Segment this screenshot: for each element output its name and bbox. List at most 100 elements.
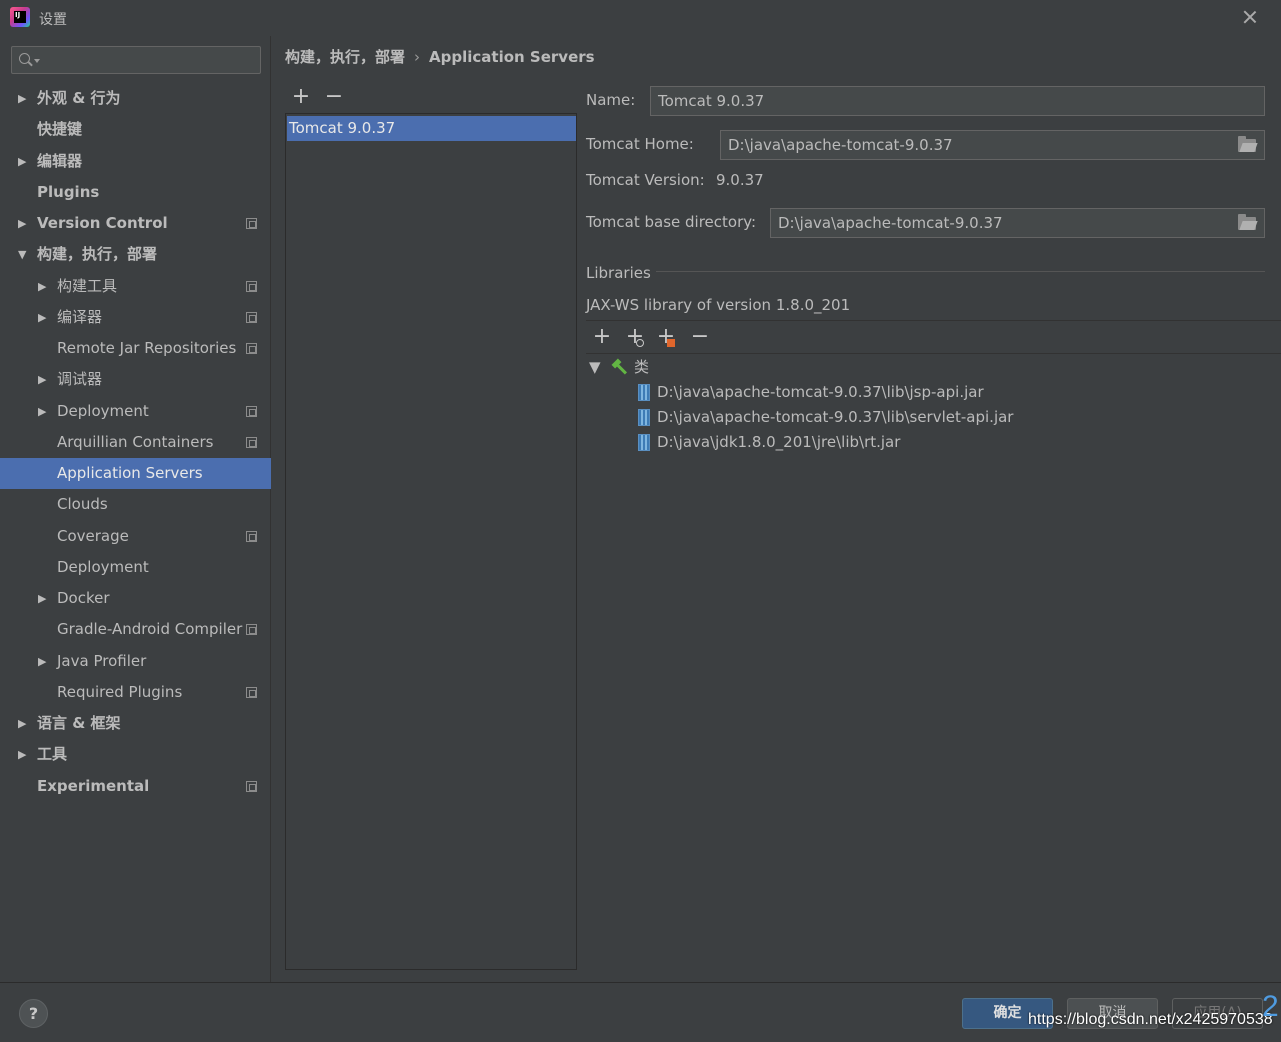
add-jar-button[interactable]: + <box>654 325 678 349</box>
jar-icon <box>638 434 650 451</box>
chevron-right-icon[interactable]: ▶ <box>38 364 46 395</box>
sidebar-item-label: Gradle-Android Compiler <box>57 620 243 639</box>
sidebar-item[interactable]: ▶ Java Profiler <box>0 646 271 677</box>
close-icon[interactable] <box>1239 6 1261 28</box>
sidebar-item[interactable]: Arquillian Containers <box>0 427 271 458</box>
sidebar-item-label: 外观 & 行为 <box>37 89 121 107</box>
search-input[interactable] <box>42 50 252 70</box>
chevron-right-icon[interactable]: ▶ <box>38 302 46 333</box>
sidebar-item[interactable]: 快捷键 <box>0 114 271 145</box>
jar-icon <box>638 384 650 401</box>
sidebar-item-label: 快捷键 <box>37 120 83 139</box>
sidebar-item[interactable]: Experimental <box>0 771 271 802</box>
chevron-right-icon[interactable]: ▶ <box>18 208 26 239</box>
sidebar-item-label: 构建工具 <box>57 276 118 295</box>
jar-item[interactable]: D:\java\apache-tomcat-9.0.37\lib\jsp-api… <box>657 380 984 404</box>
chevron-right-icon[interactable]: ▶ <box>38 583 46 614</box>
breadcrumb-parent[interactable]: 构建，执行，部署 <box>285 48 405 66</box>
add-server-button[interactable]: + <box>290 86 312 110</box>
project-scope-icon <box>246 686 257 698</box>
folder-icon[interactable] <box>1238 136 1256 152</box>
search-icon[interactable] <box>19 53 30 64</box>
sidebar-item[interactable]: ▶ Version Control <box>0 208 271 239</box>
sidebar-item-label: 调试器 <box>57 370 103 389</box>
tomcat-home-field[interactable]: D:\java\apache-tomcat-9.0.37 <box>720 130 1265 160</box>
chevron-right-icon[interactable]: ▶ <box>18 739 26 770</box>
libraries-toolbar: + + + − <box>586 320 1281 354</box>
name-label-text: Name: <box>586 91 636 109</box>
sidebar-item[interactable]: ▶ Deployment <box>0 396 271 427</box>
sidebar-item[interactable]: ▶ 外观 & 行为 <box>0 83 271 114</box>
help-button[interactable]: ? <box>19 999 48 1028</box>
sidebar-item-label: Deployment <box>57 401 149 420</box>
remove-server-button[interactable]: − <box>323 86 345 110</box>
sidebar-item[interactable]: Application Servers <box>0 458 271 490</box>
watermark-url: https://blog.csdn.net/x2425970538 <box>1028 1011 1273 1028</box>
chevron-right-icon[interactable]: ▶ <box>18 83 26 114</box>
project-scope-icon <box>246 405 257 417</box>
project-scope-icon <box>246 343 257 354</box>
sidebar-item-label: Deployment <box>57 557 149 576</box>
tomcat-home-label: Tomcat Home: <box>586 135 694 153</box>
chevron-right-icon[interactable]: ▶ <box>38 271 46 302</box>
intellij-logo-icon: IJ <box>10 7 30 27</box>
name-field[interactable]: Tomcat 9.0.37 <box>650 86 1265 116</box>
tomcat-base-field[interactable]: D:\java\apache-tomcat-9.0.37 <box>770 208 1265 238</box>
chevron-down-icon[interactable]: ▼ <box>18 239 26 270</box>
hammer-icon <box>611 359 629 377</box>
project-scope-icon <box>246 780 257 792</box>
sidebar-item-label: Application Servers <box>57 464 203 482</box>
sidebar-item-label: Java Profiler <box>57 651 147 670</box>
server-list-item[interactable]: Tomcat 9.0.37 <box>287 116 576 141</box>
sidebar-item-label: Clouds <box>57 495 108 514</box>
remove-library-button[interactable]: − <box>688 325 712 349</box>
sidebar-item-label: 语言 & 框架 <box>37 714 121 732</box>
sidebar-item-label: Coverage <box>57 526 129 545</box>
classes-node[interactable]: 类 <box>634 355 649 379</box>
add-library-button[interactable]: + <box>590 325 614 349</box>
sidebar-item[interactable]: ▶ 构建工具 <box>0 271 271 302</box>
sidebar-item[interactable]: Clouds <box>0 489 271 520</box>
sidebar-item[interactable]: Gradle-Android Compiler <box>0 614 271 645</box>
add-url-button[interactable]: + <box>623 325 647 349</box>
breadcrumb: 构建，执行，部署 › Application Servers <box>285 46 595 67</box>
sidebar-item-label: Plugins <box>37 182 100 201</box>
tree-expand-arrow[interactable]: ▼ <box>589 355 601 379</box>
chevron-right-icon[interactable]: ▶ <box>38 646 46 677</box>
project-scope-icon <box>246 624 257 636</box>
sidebar-item[interactable]: ▶ Docker <box>0 583 271 614</box>
sidebar-item[interactable]: ▶ 调试器 <box>0 364 271 395</box>
project-scope-icon <box>246 218 257 229</box>
sidebar-item[interactable]: Coverage <box>0 521 271 552</box>
jar-item[interactable]: D:\java\apache-tomcat-9.0.37\lib\servlet… <box>657 405 1013 429</box>
settings-search[interactable] <box>11 46 261 74</box>
sidebar-item[interactable]: Plugins <box>0 177 271 208</box>
project-scope-icon <box>246 280 257 292</box>
libraries-title: Libraries <box>586 264 651 282</box>
sidebar-item-label: Experimental <box>37 776 150 795</box>
jar-item[interactable]: D:\java\jdk1.8.0_201\jre\lib\rt.jar <box>657 430 900 454</box>
sidebar-item-label: Version Control <box>37 214 168 232</box>
sidebar-item-label: Docker <box>57 589 110 607</box>
chevron-right-icon[interactable]: ▶ <box>18 146 26 177</box>
breadcrumb-separator: › <box>414 48 421 66</box>
folder-icon[interactable] <box>1238 214 1256 230</box>
sidebar-item[interactable]: ▶ 编译器 <box>0 302 271 333</box>
chevron-right-icon[interactable]: ▶ <box>18 708 26 739</box>
sidebar-item[interactable]: ▶ 编辑器 <box>0 146 271 177</box>
sidebar-item[interactable]: ▼ 构建，执行，部署 <box>0 239 271 270</box>
sidebar-item[interactable]: ▶ 工具 <box>0 739 271 770</box>
chevron-down-icon[interactable] <box>34 59 40 63</box>
jar-icon <box>638 409 650 426</box>
tomcat-version-value: 9.0.37 <box>716 171 764 189</box>
sidebar-item[interactable]: Deployment <box>0 552 271 583</box>
sidebar-item[interactable]: ▶ 语言 & 框架 <box>0 708 271 739</box>
title-bar: IJ 设置 <box>0 0 1281 36</box>
sidebar-item-label: 编辑器 <box>37 151 83 170</box>
sidebar-item[interactable]: Remote Jar Repositories <box>0 333 271 364</box>
sidebar-item[interactable]: Required Plugins <box>0 677 271 708</box>
chevron-right-icon[interactable]: ▶ <box>38 396 46 427</box>
project-scope-icon <box>246 436 257 448</box>
sidebar-item-label: 编译器 <box>57 307 103 326</box>
settings-sidebar: ▶ 外观 & 行为 快捷键 ▶ 编辑器 Plugins ▶ Version Control ▼ 构… <box>0 36 271 982</box>
